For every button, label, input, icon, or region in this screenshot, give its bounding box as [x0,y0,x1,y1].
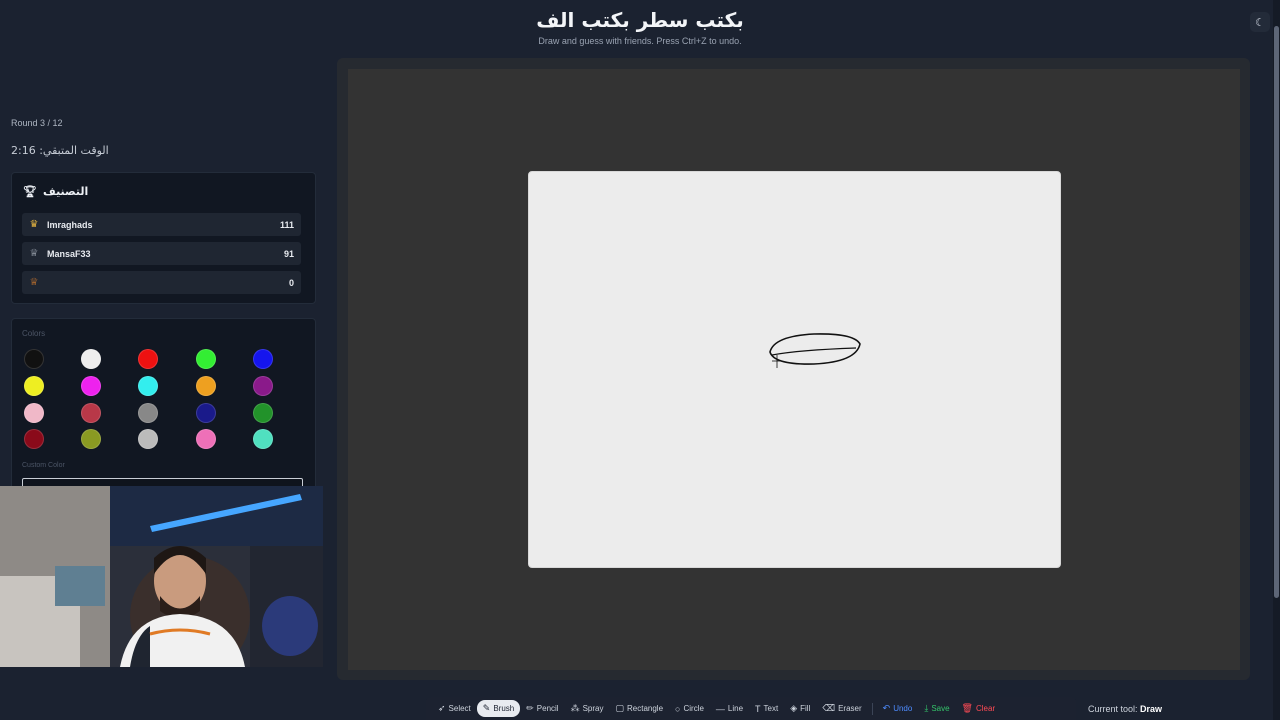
player-score: 91 [283,248,294,259]
player-name: Imraghads [47,219,93,230]
tool-circle-button[interactable]: ○ Circle [669,701,710,717]
page-title: بكتب سطر بكتب الف [536,8,744,32]
tool-label: Eraser [838,704,862,713]
moon-icon: ☾ [1255,16,1265,29]
color-swatch[interactable] [253,349,273,369]
brush-icon: ✎ [482,703,491,713]
webcam-image [0,486,323,667]
leaderboard-row: ♕ 0 [22,271,301,294]
player-name: MansaF33 [47,248,91,259]
save-label: Save [931,704,950,713]
time-remaining: الوقت المتبقي: 2:16 [11,144,109,157]
color-swatch[interactable] [196,429,216,449]
clear-label: Clear [975,704,996,713]
color-swatch[interactable] [24,376,44,396]
tool-spray-button[interactable]: ⁂ Spray [565,700,610,717]
tool-label: Brush [493,704,515,713]
tool-label: Spray [582,704,604,713]
trophy-icon: ♕ [29,248,39,259]
tool-label: Text [763,704,779,713]
tool-select-button[interactable]: ➶ Select [432,700,477,717]
custom-color-label: Custom Color [22,462,65,469]
line-icon: — [715,703,725,714]
color-swatch[interactable] [138,403,158,423]
undo-label: Undo [893,704,913,713]
tool-label: Circle [683,704,704,713]
color-swatch[interactable] [138,429,158,449]
theme-toggle-button[interactable]: ☾ [1250,12,1270,32]
tool-label: Select [448,704,471,713]
tool-label: Line [727,704,744,713]
color-swatch[interactable] [24,429,44,449]
cursor-icon: ➶ [438,703,446,713]
color-swatch[interactable] [138,349,158,369]
text-icon: T [755,703,761,714]
tool-fill-button[interactable]: ◈ Fill [784,700,816,717]
color-swatch[interactable] [196,403,216,423]
color-swatch[interactable] [81,429,101,449]
eraser-icon: ⌫ [822,703,836,713]
player-score: 111 [279,219,294,230]
drawing-toolbar: ➶ Select ✎ Brush ✏ Pencil ⁂ Spray ▢ Rectangle ○ Cir… [426,697,1076,720]
page-subtitle: Draw and guess with friends. Press Ctrl+… [538,36,742,46]
undo-button[interactable]: ↶ Undo [877,700,919,717]
colors-label: Colors [22,329,46,338]
tool-line-button[interactable]: — Line [710,701,749,717]
color-swatch[interactable] [81,349,101,369]
color-swatch[interactable] [253,403,273,423]
undo-icon: ↶ [882,703,891,713]
color-swatch[interactable] [253,429,273,449]
color-swatch[interactable] [24,349,44,369]
round-indicator: Round 3 / 12 [11,118,63,128]
circle-icon: ○ [675,703,681,714]
save-button[interactable]: ⤓ Save [918,700,955,717]
tool-text-button[interactable]: T Text [749,701,784,717]
tool-label: Pencil [536,704,559,713]
fill-icon: ◈ [790,703,798,713]
toolbar-divider [871,702,873,715]
webcam-overlay [0,486,323,667]
color-swatch[interactable] [81,376,101,396]
trophy-icon: 🏆︎ [23,185,37,198]
pencil-icon: ✏ [526,703,534,713]
tool-brush-button[interactable]: ✎ Brush [476,700,521,717]
current-tool-value: Draw [1140,704,1163,714]
crown-icon: ♛ [29,219,39,230]
rectangle-icon: ▢ [615,703,624,713]
color-swatch[interactable] [138,376,158,396]
color-swatch[interactable] [196,349,216,369]
tool-pencil-button[interactable]: ✏ Pencil [520,700,564,717]
color-swatch[interactable] [253,376,273,396]
color-swatch[interactable] [196,376,216,396]
current-tool-indicator: Current tool: Draw [1088,704,1162,714]
leaderboard-title: التصنيف [42,185,89,198]
leaderboard-row: ♕ MansaF33 91 [22,242,301,265]
download-icon: ⤓ [924,703,929,713]
spray-icon: ⁂ [570,703,580,713]
tool-eraser-button[interactable]: ⌫ Eraser [816,700,867,717]
scrollbar-thumb[interactable] [1274,26,1279,598]
drawing-strokes [769,333,861,368]
trophy-icon: ♕ [29,277,39,288]
tool-label: Fill [800,704,811,713]
color-swatch[interactable] [81,403,101,423]
color-palette-panel: Colors Custom Color [11,318,316,495]
color-swatch[interactable] [24,403,44,423]
player-score: 0 [288,277,294,288]
trash-icon: 🗑︎ [961,703,973,713]
tool-rectangle-button[interactable]: ▢ Rectangle [609,700,669,717]
drawing-canvas[interactable] [528,171,1061,568]
clear-button[interactable]: 🗑︎ Clear [956,700,1002,717]
current-tool-label: Current tool: [1088,704,1138,714]
tool-label: Rectangle [627,704,664,713]
leaderboard-header: 🏆︎ التصنيف [23,185,88,198]
leaderboard-row: ♛ Imraghads 111 [22,213,301,236]
leaderboard-panel: 🏆︎ التصنيف ♛ Imraghads 111 ♕ MansaF33 91… [11,172,316,304]
